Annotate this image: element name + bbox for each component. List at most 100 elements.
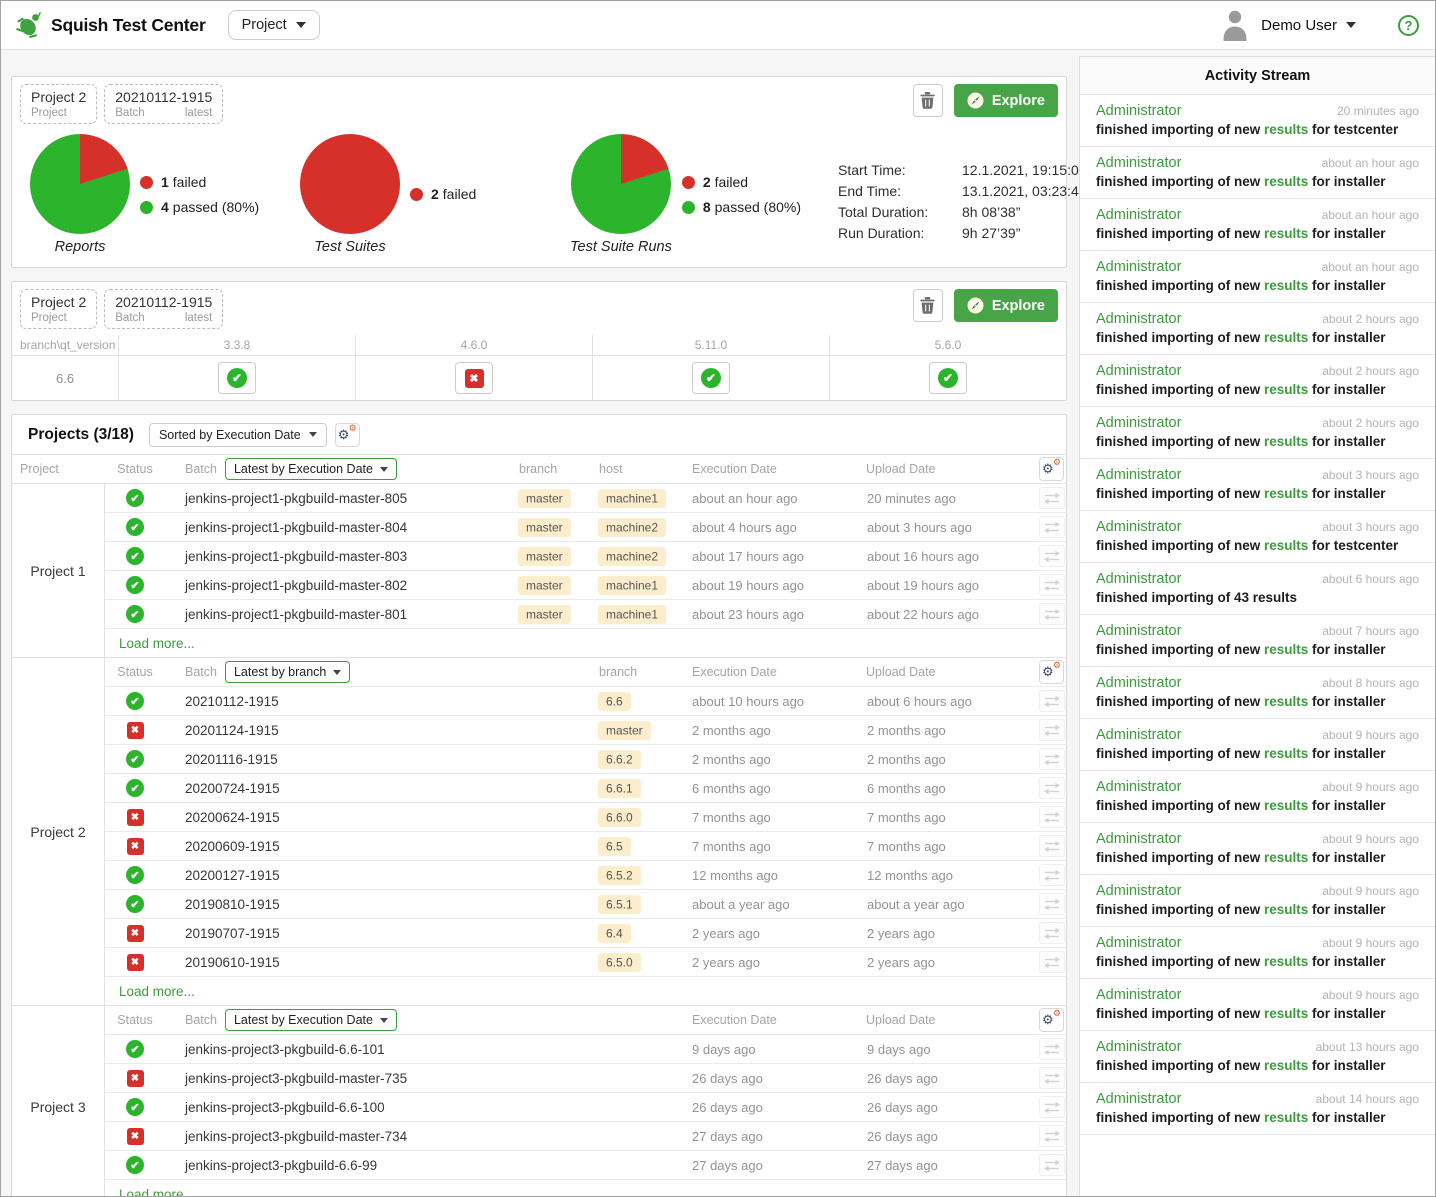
activity-user-link[interactable]: Administrator: [1096, 883, 1181, 899]
compare-button[interactable]: [1039, 1096, 1065, 1118]
compare-button[interactable]: [1039, 835, 1065, 857]
latest-filter-dropdown[interactable]: Latest by Execution Date: [225, 458, 397, 480]
branch-tag[interactable]: 6.6: [598, 692, 631, 711]
table-row[interactable]: ✖20190610-19156.5.02 years ago2 years ag…: [105, 948, 1066, 977]
activity-results-link[interactable]: results: [1264, 382, 1308, 397]
activity-user-link[interactable]: Administrator: [1096, 987, 1181, 1003]
load-more-link[interactable]: Load more...: [105, 629, 1066, 657]
compare-button[interactable]: [1039, 748, 1065, 770]
load-more-link[interactable]: Load more...: [105, 977, 1066, 1005]
activity-results-link[interactable]: results: [1264, 850, 1308, 865]
compare-button[interactable]: [1039, 806, 1065, 828]
activity-results-link[interactable]: results: [1264, 434, 1308, 449]
activity-user-link[interactable]: Administrator: [1096, 727, 1181, 743]
compare-button[interactable]: [1039, 1067, 1065, 1089]
activity-user-link[interactable]: Administrator: [1096, 1039, 1181, 1055]
activity-results-link[interactable]: results: [1264, 538, 1308, 553]
compare-button[interactable]: [1039, 1038, 1065, 1060]
table-row[interactable]: ✔jenkins-project1-pkgbuild-master-804mas…: [105, 513, 1066, 542]
activity-user-link[interactable]: Administrator: [1096, 103, 1181, 119]
host-tag[interactable]: machine2: [598, 547, 666, 566]
activity-results-link[interactable]: results: [1264, 642, 1308, 657]
compare-button[interactable]: [1039, 1125, 1065, 1147]
compare-button[interactable]: [1039, 719, 1065, 741]
column-settings-button[interactable]: ⚙⚙: [1039, 1008, 1064, 1032]
activity-user-link[interactable]: Administrator: [1096, 363, 1181, 379]
compare-button[interactable]: [1039, 603, 1065, 625]
compare-button[interactable]: [1039, 690, 1065, 712]
table-row[interactable]: ✖20190707-19156.42 years ago2 years ago: [105, 919, 1066, 948]
compare-button[interactable]: [1039, 893, 1065, 915]
activity-user-link[interactable]: Administrator: [1096, 571, 1181, 587]
branch-tag[interactable]: 6.6.0: [598, 808, 641, 827]
activity-user-link[interactable]: Administrator: [1096, 779, 1181, 795]
sort-dropdown[interactable]: Sorted by Execution Date: [149, 423, 327, 447]
branch-tag[interactable]: master: [518, 518, 571, 537]
table-row[interactable]: ✔jenkins-project1-pkgbuild-master-803mas…: [105, 542, 1066, 571]
table-row[interactable]: ✔jenkins-project1-pkgbuild-master-802mas…: [105, 571, 1066, 600]
branch-tag[interactable]: 6.4: [598, 924, 631, 943]
compare-button[interactable]: [1039, 487, 1065, 509]
table-row[interactable]: ✔jenkins-project3-pkgbuild-6.6-10026 day…: [105, 1093, 1066, 1122]
branch-tag[interactable]: master: [518, 547, 571, 566]
latest-filter-dropdown[interactable]: Latest by branch: [225, 661, 350, 683]
table-row[interactable]: ✔jenkins-project3-pkgbuild-6.6-1019 days…: [105, 1035, 1066, 1064]
matrix-status-button[interactable]: ✔: [692, 362, 730, 394]
activity-results-link[interactable]: results: [1264, 486, 1308, 501]
activity-user-link[interactable]: Administrator: [1096, 519, 1181, 535]
user-chevron-down-icon[interactable]: [1346, 22, 1356, 28]
delete-batch-button[interactable]: [913, 84, 943, 117]
activity-results-link[interactable]: results: [1264, 122, 1308, 137]
activity-results-link[interactable]: results: [1264, 1058, 1308, 1073]
compare-button[interactable]: [1039, 922, 1065, 944]
branch-tag[interactable]: 6.5.2: [598, 866, 641, 885]
activity-user-link[interactable]: Administrator: [1096, 311, 1181, 327]
compare-button[interactable]: [1039, 516, 1065, 538]
table-row[interactable]: ✔20201116-19156.6.22 months ago2 months …: [105, 745, 1066, 774]
activity-user-link[interactable]: Administrator: [1096, 623, 1181, 639]
branch-tag[interactable]: master: [598, 721, 651, 740]
activity-results-link[interactable]: results: [1264, 278, 1308, 293]
branch-tag[interactable]: 6.5: [598, 837, 631, 856]
activity-user-link[interactable]: Administrator: [1096, 467, 1181, 483]
pie-chart[interactable]: [300, 134, 400, 234]
table-row[interactable]: ✔20200724-19156.6.16 months ago6 months …: [105, 774, 1066, 803]
table-row[interactable]: ✔jenkins-project1-pkgbuild-master-805mas…: [105, 484, 1066, 513]
project-chip[interactable]: Project 2 Project: [20, 84, 97, 124]
compare-button[interactable]: [1039, 777, 1065, 799]
compare-button[interactable]: [1039, 574, 1065, 596]
table-row[interactable]: ✖20200624-19156.6.07 months ago7 months …: [105, 803, 1066, 832]
activity-results-link[interactable]: results: [1264, 954, 1308, 969]
batch-chip[interactable]: 20210112-1915 Batch latest: [104, 289, 223, 329]
activity-user-link[interactable]: Administrator: [1096, 207, 1181, 223]
table-row[interactable]: ✔20200127-19156.5.212 months ago12 month…: [105, 861, 1066, 890]
explore-button[interactable]: Explore: [954, 289, 1058, 322]
help-icon[interactable]: ?: [1398, 15, 1419, 36]
load-more-link[interactable]: Load more...: [105, 1180, 1066, 1197]
table-row[interactable]: ✖jenkins-project3-pkgbuild-master-73526 …: [105, 1064, 1066, 1093]
matrix-status-button[interactable]: ✖: [455, 362, 493, 394]
compare-button[interactable]: [1039, 1154, 1065, 1176]
user-menu-label[interactable]: Demo User: [1261, 17, 1337, 34]
activity-results-link[interactable]: results: [1264, 746, 1308, 761]
delete-batch-button[interactable]: [913, 289, 943, 322]
table-row[interactable]: ✖20200609-19156.57 months ago7 months ag…: [105, 832, 1066, 861]
matrix-status-button[interactable]: ✔: [218, 362, 256, 394]
activity-user-link[interactable]: Administrator: [1096, 1091, 1181, 1107]
pie-chart[interactable]: [571, 134, 671, 234]
table-settings-button[interactable]: ⚙⚙: [335, 423, 360, 447]
branch-tag[interactable]: master: [518, 605, 571, 624]
compare-button[interactable]: [1039, 951, 1065, 973]
explore-button[interactable]: Explore: [954, 84, 1058, 117]
table-row[interactable]: ✔20210112-19156.6about 10 hours agoabout…: [105, 687, 1066, 716]
table-row[interactable]: ✖20201124-1915master2 months ago2 months…: [105, 716, 1066, 745]
compare-button[interactable]: [1039, 864, 1065, 886]
activity-results-link[interactable]: results: [1264, 694, 1308, 709]
column-settings-button[interactable]: ⚙⚙: [1039, 660, 1064, 684]
activity-results-link[interactable]: results: [1264, 902, 1308, 917]
branch-tag[interactable]: master: [518, 489, 571, 508]
activity-user-link[interactable]: Administrator: [1096, 831, 1181, 847]
branch-tag[interactable]: 6.6.2: [598, 750, 641, 769]
host-tag[interactable]: machine1: [598, 576, 666, 595]
activity-user-link[interactable]: Administrator: [1096, 935, 1181, 951]
